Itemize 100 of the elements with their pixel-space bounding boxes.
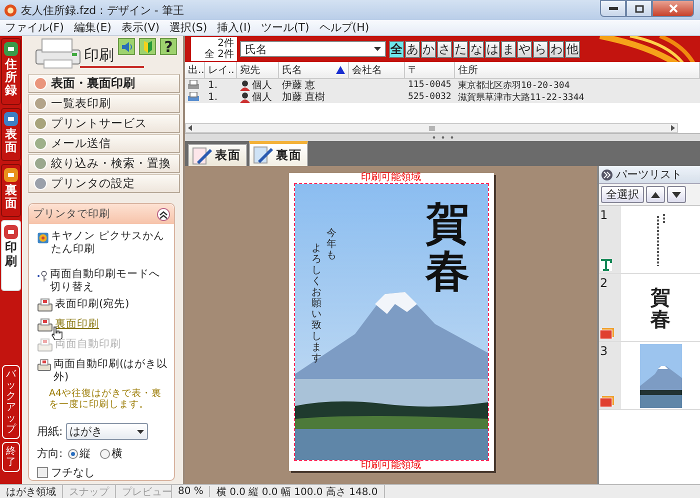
greeting-message: 今年も [326, 228, 336, 261]
side-tab[interactable]: 住所録 [1, 38, 21, 105]
minimize-button[interactable] [600, 0, 626, 17]
kana-filter-button[interactable]: は [485, 40, 500, 58]
view-tab[interactable]: 表面 [188, 144, 247, 166]
move-up-button[interactable] [646, 186, 665, 203]
column-header[interactable]: 出.. [185, 62, 205, 79]
menu-item[interactable]: 編集(E) [68, 20, 116, 35]
command-button[interactable]: プリンタの設定 [28, 174, 180, 193]
part-item[interactable]: 3 [599, 342, 700, 410]
greeting-preview: 賀春 [650, 286, 670, 330]
borderless-checkbox[interactable]: フチなし [29, 465, 174, 480]
command-button[interactable]: プリントサービス [28, 114, 180, 133]
maximize-button[interactable] [626, 0, 652, 17]
greeting-message: よろしくお願い致します [312, 243, 322, 364]
kana-filter-button[interactable]: あ [405, 40, 420, 58]
orientation-radio[interactable]: 縦 [66, 446, 95, 462]
move-down-button[interactable] [667, 186, 686, 203]
select-all-button[interactable]: 全選択 [601, 186, 644, 203]
menu-item[interactable]: ツール(T) [256, 20, 314, 35]
task-panel-title: プリンタで印刷 [33, 207, 110, 221]
window-title: 友人住所録.fzd : デザイン - 筆王 [21, 2, 185, 18]
printer-status-icon [188, 80, 199, 90]
table-cell: 1. [205, 79, 237, 91]
dropdown-arrow-icon [136, 430, 144, 434]
collapse-button[interactable] [157, 208, 170, 220]
kana-filter-button[interactable]: な [469, 40, 484, 58]
table-cell: 個人 [237, 79, 279, 91]
kana-filter-button[interactable]: 全 [389, 40, 404, 58]
status-field: 横 0.0 縦 0.0 幅 100.0 高さ 148.0 [210, 484, 385, 498]
sort-field-select[interactable]: 氏名 [240, 41, 386, 57]
orientation-radio[interactable]: 横 [98, 446, 127, 462]
app-icon [4, 4, 17, 16]
view-tab[interactable]: 裏面 [249, 141, 308, 166]
task-link[interactable]: 両面自動印刷モードへ切り替え [37, 268, 170, 294]
kana-filter-button[interactable]: ら [533, 40, 548, 58]
person-icon [240, 80, 250, 90]
task-link[interactable]: 表面印刷(宛先) [37, 298, 170, 314]
column-header[interactable]: 宛先 [237, 62, 279, 79]
part-number: 1 [600, 208, 609, 222]
table-cell: 1. [205, 91, 237, 103]
task-link[interactable]: キヤノン ピクサスかんたん印刷 [37, 230, 170, 256]
speaker-button[interactable] [118, 38, 135, 55]
printer-app-icon [37, 230, 50, 246]
command-button[interactable]: メール送信 [28, 134, 180, 153]
part-item[interactable]: 1 [599, 206, 700, 274]
column-header[interactable]: 〒 [405, 62, 455, 79]
printable-area-label: 印刷可能領域 [360, 173, 422, 183]
column-header[interactable]: 氏名 [279, 62, 349, 79]
side-tab[interactable]: 表面 [1, 108, 21, 161]
print-icon [37, 358, 52, 374]
text-preview-drawing [656, 214, 666, 266]
print-icon [37, 298, 53, 314]
table-cell: 伊藤 恵 [279, 79, 349, 91]
column-header[interactable]: 会社名 [349, 62, 405, 79]
kana-filter-button[interactable]: さ [437, 40, 452, 58]
menu-item[interactable]: 表示(V) [116, 20, 165, 35]
task-link[interactable]: 裏面印刷 [37, 318, 170, 334]
beginner-mark-icon [142, 40, 152, 52]
picture-part-icon [600, 328, 614, 339]
kana-filter-button[interactable]: わ [549, 40, 564, 58]
side-tab[interactable]: 印刷 [1, 220, 21, 291]
menu-item[interactable]: ヘルプ(H) [314, 20, 374, 35]
record-count: 2件 全 2件 [191, 37, 237, 61]
column-header[interactable]: レイ.. [205, 62, 237, 79]
speaker-icon [120, 40, 132, 52]
help-button[interactable]: ? [160, 38, 177, 55]
close-button[interactable] [652, 0, 694, 17]
horizontal-scrollbar[interactable] [185, 123, 678, 133]
task-link[interactable]: 両面自動印刷(はがき以外) [37, 358, 170, 384]
part-number: 2 [600, 276, 609, 290]
menu-item[interactable]: 挿入(I) [212, 20, 256, 35]
side-tab[interactable]: 裏面 [1, 164, 21, 218]
scroll-grip-icon [428, 126, 434, 130]
column-header[interactable]: 住所 [455, 62, 700, 79]
minimize-icon [608, 7, 618, 10]
command-button[interactable]: 表面・裏面印刷 [28, 74, 180, 93]
status-field: はがき領域 [0, 484, 63, 498]
sort-ascending-icon [336, 66, 345, 74]
kana-filter-button[interactable]: 他 [565, 40, 580, 58]
info-note: A4や往復はがきで表・裏を一度に印刷します。 [48, 386, 163, 412]
kana-filter-button[interactable]: ま [501, 40, 516, 58]
key-icon [37, 268, 48, 284]
status-field: プレビュー [116, 484, 172, 498]
card-pencil-icon [253, 146, 273, 164]
menu-item[interactable]: ファイル(F) [0, 20, 69, 35]
table-cell: 東京都北区赤羽10-20-304 [455, 79, 700, 91]
table-cell: 滋賀県草津市大路11-22-3344 [455, 91, 700, 103]
kana-filter-button[interactable]: や [517, 40, 532, 58]
command-button[interactable]: 絞り込み・検索・置換 [28, 154, 180, 173]
printer-status-icon [188, 92, 199, 102]
command-button[interactable]: 一覧表印刷 [28, 94, 180, 113]
menu-item[interactable]: 選択(S) [164, 20, 212, 35]
kana-filter-button[interactable]: か [421, 40, 436, 58]
close-icon [668, 4, 678, 13]
dropdown-arrow-icon [374, 47, 381, 51]
table-cell: 115-0045 [405, 79, 455, 91]
kana-filter-button[interactable]: た [453, 40, 468, 58]
part-item[interactable]: 2 賀春 [599, 274, 700, 342]
paper-select[interactable]: はがき [66, 423, 148, 440]
